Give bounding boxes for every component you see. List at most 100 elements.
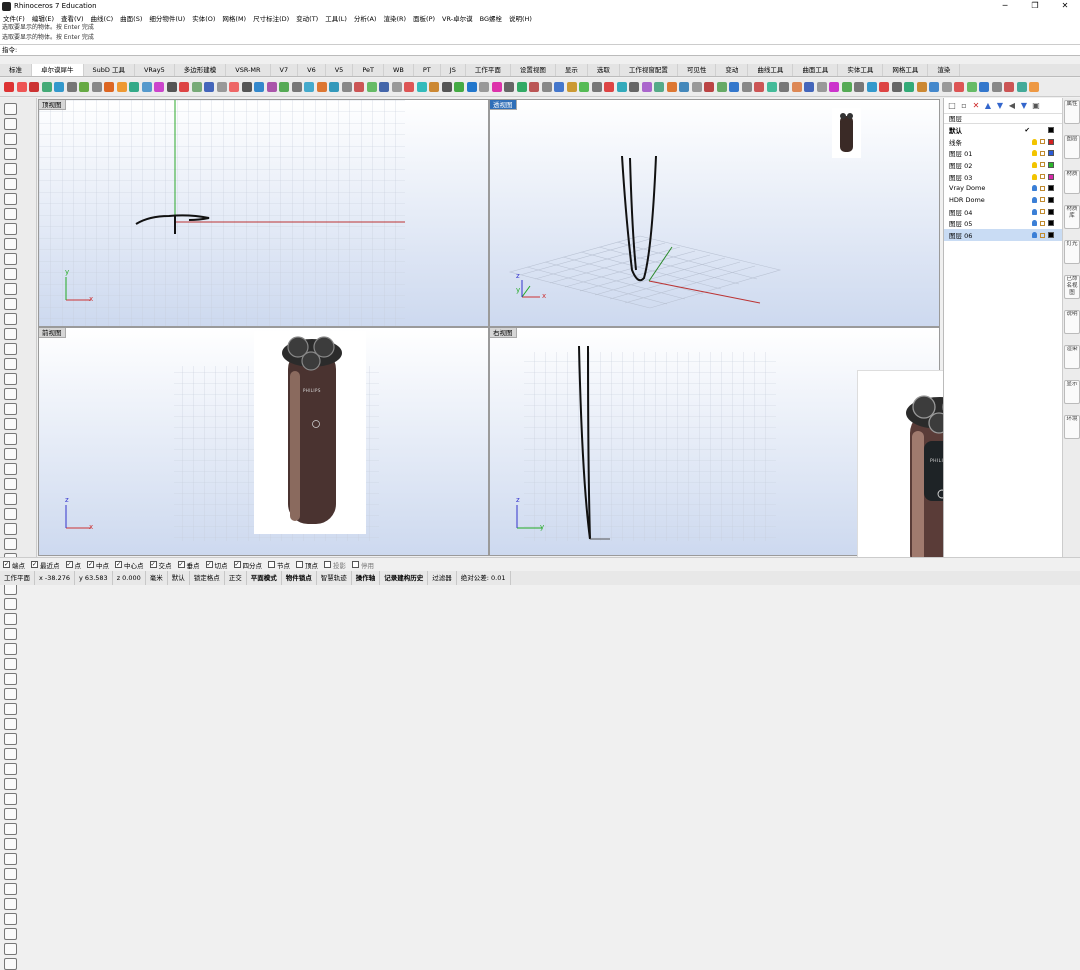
visibility-bulb-icon[interactable] [1032, 196, 1037, 203]
side-tab[interactable]: 渲染 [1064, 345, 1080, 369]
toolbar-tool-icon[interactable] [416, 82, 427, 92]
palette-tool-icon[interactable] [4, 777, 17, 790]
move-down-icon[interactable]: ▼ [996, 101, 1004, 110]
palette-tool-icon[interactable] [4, 687, 17, 700]
toolbar-tool-icon[interactable] [554, 82, 564, 92]
palette-tool-icon[interactable] [4, 222, 17, 235]
tab-transform[interactable]: 变动 [716, 64, 749, 76]
tab-wb[interactable]: WB [384, 64, 414, 76]
side-tab[interactable]: 灯光 [1064, 240, 1080, 264]
toolbar-tool-icon[interactable] [979, 82, 989, 92]
osnap-option[interactable]: 顶点 [296, 560, 318, 570]
menu-tools[interactable]: 工具(L) [325, 13, 347, 23]
layer-row[interactable]: 图层 01 [944, 147, 1062, 159]
toolbar-tool-icon[interactable] [216, 82, 227, 92]
osnap-checkbox[interactable] [324, 561, 331, 568]
layer-row[interactable]: 默认 ✔ [944, 124, 1062, 136]
osnap-option[interactable]: ✓ 最近点 [31, 560, 60, 570]
palette-tool-icon[interactable] [4, 387, 17, 400]
tab-pet[interactable]: PeT [353, 64, 384, 76]
palette-tool-icon[interactable] [4, 912, 17, 925]
move-up-icon[interactable]: ▲ [984, 101, 992, 110]
toolbar-tool-icon[interactable] [679, 82, 689, 92]
palette-tool-icon[interactable] [4, 177, 17, 190]
osnap-checkbox[interactable]: ✓ [65, 561, 73, 568]
palette-tool-icon[interactable] [4, 837, 17, 850]
toggle-smarttrack[interactable]: 智慧轨迹 [317, 571, 352, 585]
toolbar-tool-icon[interactable] [116, 82, 127, 92]
side-tab[interactable]: 说明 [1064, 310, 1080, 334]
palette-tool-icon[interactable] [4, 162, 17, 175]
tab-cplane[interactable]: 工作平面 [466, 64, 511, 76]
toolbar-tool-icon[interactable] [966, 82, 977, 92]
toolbar-tool-icon[interactable] [904, 82, 914, 92]
toolbar-tool-icon[interactable] [91, 82, 102, 92]
menu-subd[interactable]: 细分物件(U) [149, 13, 185, 23]
toolbar-tool-icon[interactable] [66, 82, 77, 92]
viewport-top[interactable]: 顶视图 x y [38, 99, 489, 327]
tab-curve-tools[interactable]: 曲线工具 [748, 64, 794, 76]
osnap-checkbox[interactable]: ✓ [149, 561, 157, 568]
layer-color-swatch[interactable] [1048, 161, 1054, 168]
toolbar-tool-icon[interactable] [929, 82, 939, 92]
palette-tool-icon[interactable] [4, 612, 17, 625]
menu-help[interactable]: 说明(H) [509, 13, 532, 23]
palette-tool-icon[interactable] [4, 957, 17, 970]
palette-tool-icon[interactable] [4, 492, 17, 505]
tab-set-view[interactable]: 设置视图 [511, 64, 556, 76]
side-tab[interactable]: 已命名视图 [1064, 275, 1080, 299]
lock-icon[interactable] [1040, 174, 1045, 180]
filter-icon[interactable]: ▼ [1020, 101, 1028, 110]
viewport-perspective[interactable]: 透视图 z x y [489, 99, 940, 327]
tab-surface-tools[interactable]: 曲面工具 [793, 64, 839, 76]
side-tab[interactable]: 显示 [1064, 380, 1080, 404]
palette-tool-icon[interactable] [4, 132, 17, 145]
tab-pt[interactable]: PT [414, 64, 441, 76]
palette-tool-icon[interactable] [4, 672, 17, 685]
palette-tool-icon[interactable] [4, 597, 17, 610]
tab-zhuoermo[interactable]: 卓尔谟犀牛 [32, 64, 84, 76]
palette-tool-icon[interactable] [4, 147, 17, 160]
side-tab[interactable]: 属性 [1064, 100, 1080, 124]
toolbar-tool-icon[interactable] [954, 82, 964, 92]
palette-tool-icon[interactable] [4, 807, 17, 820]
toolbar-tool-icon[interactable] [816, 82, 827, 92]
toolbar-tool-icon[interactable] [366, 82, 377, 92]
osnap-checkbox[interactable]: ✓ [31, 561, 38, 568]
move-out-icon[interactable]: ◀ [1008, 101, 1016, 110]
toolbar-tool-icon[interactable] [266, 82, 277, 92]
menu-analyze[interactable]: 分析(A) [354, 13, 377, 23]
tab-polygon[interactable]: 多边形建模 [175, 64, 227, 76]
toolbar-tool-icon[interactable] [491, 82, 502, 92]
side-tab[interactable]: 环境 [1064, 415, 1080, 439]
toolbar-tool-icon[interactable] [1029, 82, 1039, 92]
tab-render[interactable]: 渲染 [928, 64, 961, 76]
new-layer-icon[interactable]: □ [948, 101, 956, 110]
palette-tool-icon[interactable] [4, 417, 17, 430]
layer-color-swatch[interactable] [1048, 196, 1054, 203]
layer-color-swatch[interactable] [1048, 138, 1054, 145]
toolbar-tool-icon[interactable] [54, 82, 64, 92]
palette-tool-icon[interactable] [4, 327, 17, 340]
palette-tool-icon[interactable] [4, 477, 17, 490]
toolbar-tool-icon[interactable] [291, 82, 302, 92]
visibility-bulb-icon[interactable] [1032, 138, 1037, 145]
toolbar-tool-icon[interactable] [866, 82, 877, 92]
toolbar-tool-icon[interactable] [704, 82, 714, 92]
visibility-bulb-icon[interactable] [1032, 232, 1037, 239]
palette-tool-icon[interactable] [4, 117, 17, 130]
palette-tool-icon[interactable] [4, 432, 17, 445]
toolbar-tool-icon[interactable] [641, 82, 652, 92]
osnap-option[interactable]: ✓ 垂点 [177, 560, 200, 570]
menu-vr-plugin[interactable]: VR-卓尔谟 [442, 13, 473, 23]
toolbar-tool-icon[interactable] [729, 82, 739, 92]
toolbar-tool-icon[interactable] [79, 82, 89, 92]
close-button[interactable]: ✕ [1050, 0, 1080, 12]
toggle-gumball[interactable]: 操作轴 [352, 571, 381, 585]
toolbar-tool-icon[interactable] [4, 82, 14, 92]
osnap-option[interactable]: ✓ 中点 [87, 560, 109, 570]
visibility-bulb-icon[interactable] [1032, 208, 1037, 215]
lock-icon[interactable] [1040, 185, 1045, 191]
toggle-filter[interactable]: 过滤器 [428, 571, 457, 585]
osnap-checkbox[interactable]: ✓ [205, 561, 213, 568]
